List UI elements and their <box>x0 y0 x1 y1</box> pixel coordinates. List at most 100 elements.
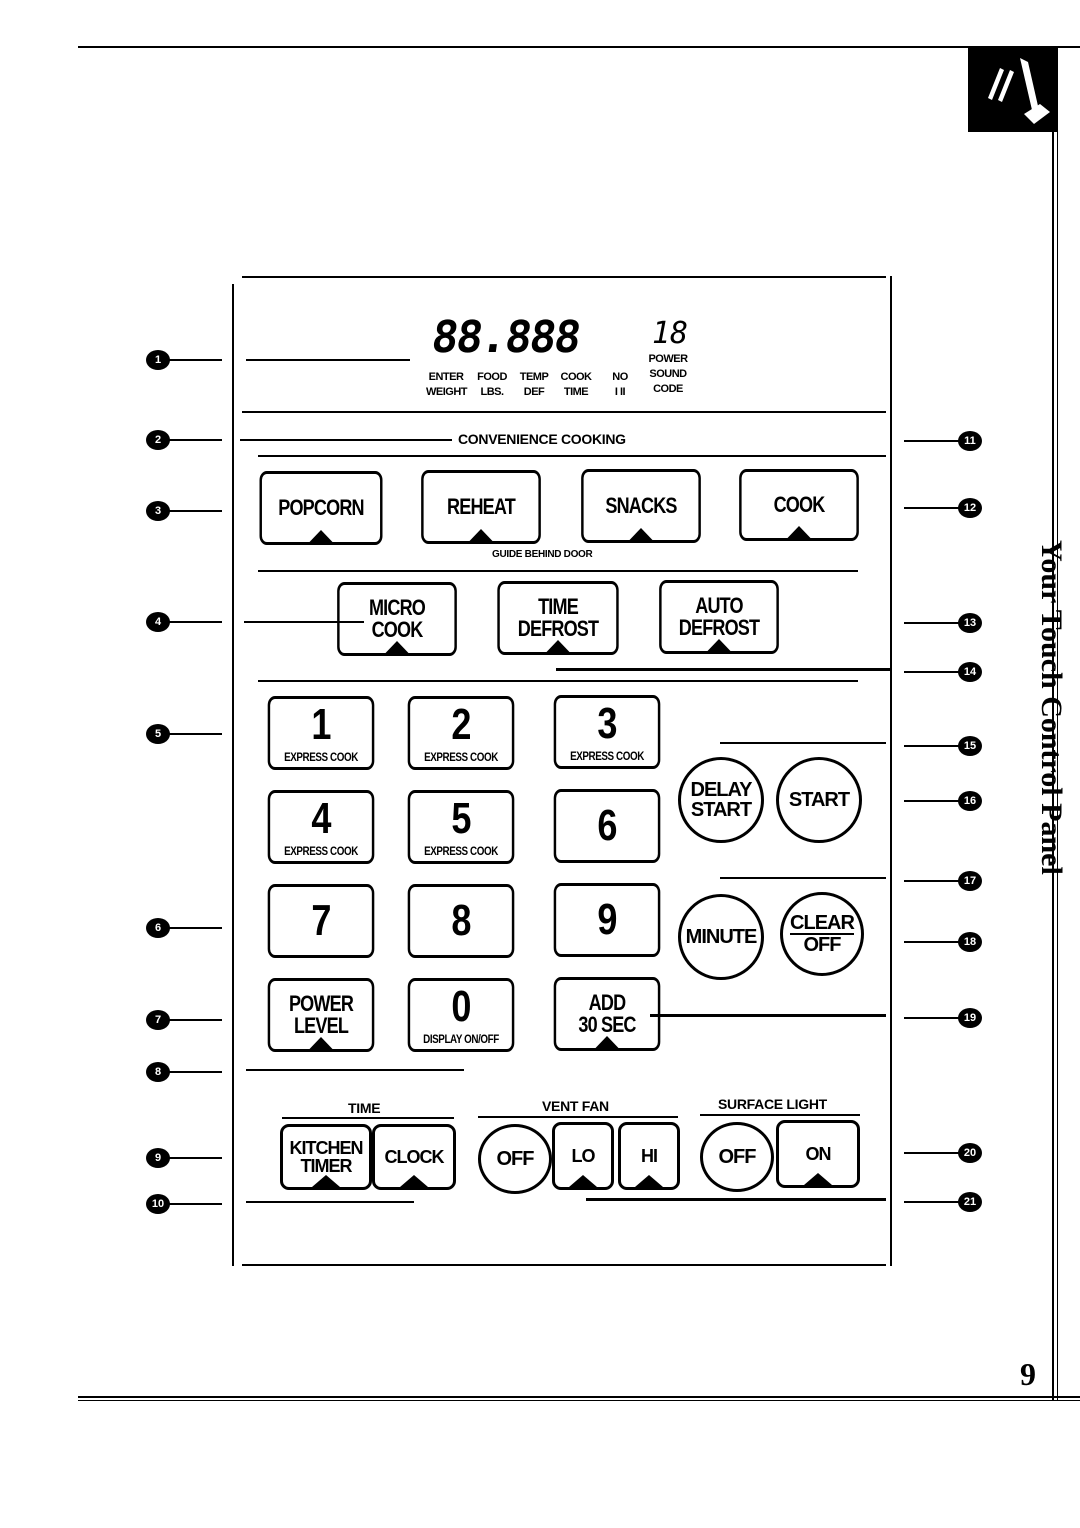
clear-off-button[interactable]: CLEAR OFF <box>780 892 864 976</box>
surface-light-underline <box>700 1114 860 1116</box>
callout-13: 13 <box>958 613 982 633</box>
indicator-cook-time: COOK TIME <box>560 371 593 398</box>
vent-fan-lo-button[interactable]: LO <box>552 1122 614 1190</box>
section-vent-fan: VENT FAN <box>542 1098 609 1114</box>
leader-5 <box>168 733 222 735</box>
callout-5: 5 <box>146 724 170 744</box>
callout-20: 20 <box>958 1143 982 1163</box>
panel-right-edge <box>890 276 892 1266</box>
callout-3: 3 <box>146 501 170 521</box>
delay-start-button[interactable]: DELAY START <box>678 757 764 843</box>
leader-9 <box>168 1157 222 1159</box>
key-4[interactable]: 4 EXPRESS COOK <box>267 790 375 864</box>
popcorn-button[interactable]: POPCORN <box>259 471 383 545</box>
callout-8: 8 <box>146 1062 170 1082</box>
callout-17: 17 <box>958 871 982 891</box>
leader-18 <box>904 941 960 943</box>
callout-2: 2 <box>146 430 170 450</box>
key-1[interactable]: 1 EXPRESS COOK <box>267 696 375 770</box>
key-0[interactable]: 0 DISPLAY ON/OFF <box>407 978 515 1052</box>
leader-3 <box>168 510 222 512</box>
leader-19b <box>650 1014 886 1017</box>
callout-6: 6 <box>146 918 170 938</box>
panel-bottom-edge <box>242 1264 886 1266</box>
section-time: TIME <box>348 1100 381 1116</box>
side-title: Your Touch Control Panel <box>1035 540 1068 875</box>
key-indicator-icon <box>309 1037 333 1049</box>
power-level-button[interactable]: POWER LEVEL <box>267 978 375 1052</box>
auto-defrost-button[interactable]: AUTO DEFROST <box>659 580 779 654</box>
divider-convenience <box>258 455 886 457</box>
leader-13 <box>904 622 960 624</box>
key-9[interactable]: 9 <box>553 883 661 957</box>
key-indicator-icon <box>569 1175 597 1187</box>
clock-button[interactable]: CLOCK <box>372 1124 456 1190</box>
add-30-sec-button[interactable]: ADD 30 SEC <box>553 977 661 1051</box>
micro-cook-button[interactable]: MICRO COOK <box>337 582 457 656</box>
kitchen-timer-button[interactable]: KITCHEN TIMER <box>280 1124 372 1190</box>
section-convenience-cooking: CONVENIENCE COOKING <box>458 431 626 447</box>
key-indicator-icon <box>804 1173 832 1185</box>
leader-1b <box>246 359 410 361</box>
key-indicator-icon <box>312 1175 340 1187</box>
section-guide-behind-door: GUIDE BEHIND DOOR <box>492 549 593 560</box>
key-5[interactable]: 5 EXPRESS COOK <box>407 790 515 864</box>
surface-light-off-button[interactable]: OFF <box>700 1122 774 1192</box>
callout-21: 21 <box>958 1192 982 1212</box>
vent-fan-underline <box>478 1116 678 1118</box>
leader-10 <box>168 1203 222 1205</box>
display-digits: 88.888 <box>428 312 583 363</box>
key-3[interactable]: 3 EXPRESS COOK <box>553 695 661 769</box>
key-indicator-icon <box>707 639 731 651</box>
leader-20 <box>904 1152 960 1154</box>
vent-fan-off-button[interactable]: OFF <box>478 1124 552 1194</box>
leader-17 <box>904 880 960 882</box>
leader-7 <box>168 1019 222 1021</box>
key-7[interactable]: 7 <box>267 884 375 958</box>
callout-19: 19 <box>958 1008 982 1028</box>
leader-11 <box>904 440 960 442</box>
divider-display <box>242 411 886 413</box>
callout-15: 15 <box>958 736 982 756</box>
key-indicator-icon <box>629 528 653 540</box>
indicator-no-i-ii: NO I II <box>612 371 628 398</box>
key-indicator-icon <box>309 530 333 542</box>
bottom-rule-2 <box>78 1400 1080 1401</box>
leader-8 <box>168 1071 222 1073</box>
cook-button[interactable]: COOK <box>739 469 859 541</box>
display-power-digits: 18 <box>652 316 689 351</box>
leader-10b <box>246 1201 414 1203</box>
leader-1 <box>168 359 222 361</box>
leader-19 <box>904 1017 960 1019</box>
key-2[interactable]: 2 EXPRESS COOK <box>407 696 515 770</box>
time-defrost-button[interactable]: TIME DEFROST <box>497 581 619 655</box>
start-button[interactable]: START <box>776 757 862 843</box>
reheat-button[interactable]: REHEAT <box>421 470 541 544</box>
divider-defrost <box>258 680 858 682</box>
leader-4b <box>244 621 364 623</box>
surface-light-on-button[interactable]: ON <box>776 1120 860 1188</box>
key-6[interactable]: 6 <box>553 789 661 863</box>
indicator-food-lbs: FOOD LBS. <box>477 371 507 398</box>
leader-4 <box>168 621 222 623</box>
key-indicator-icon <box>469 529 493 541</box>
minute-button[interactable]: MINUTE <box>678 894 764 980</box>
callout-9: 9 <box>146 1148 170 1168</box>
indicator-power-sound-code: POWER SOUND CODE <box>648 353 688 395</box>
leader-17b <box>720 877 886 879</box>
leader-6 <box>168 927 222 929</box>
leader-14 <box>904 671 960 673</box>
key-8[interactable]: 8 <box>407 884 515 958</box>
key-indicator-icon <box>385 641 409 653</box>
key-indicator-icon <box>400 1175 428 1187</box>
leader-2 <box>168 439 222 441</box>
vent-fan-hi-button[interactable]: HI <box>618 1122 680 1190</box>
callout-1: 1 <box>146 350 170 370</box>
callout-10: 10 <box>146 1194 170 1214</box>
leader-21b <box>586 1198 886 1201</box>
leader-15b <box>720 742 886 744</box>
key-indicator-icon <box>635 1175 663 1187</box>
section-surface-light: SURFACE LIGHT <box>718 1096 827 1112</box>
divider-guide <box>258 570 858 572</box>
snacks-button[interactable]: SNACKS <box>581 469 701 543</box>
